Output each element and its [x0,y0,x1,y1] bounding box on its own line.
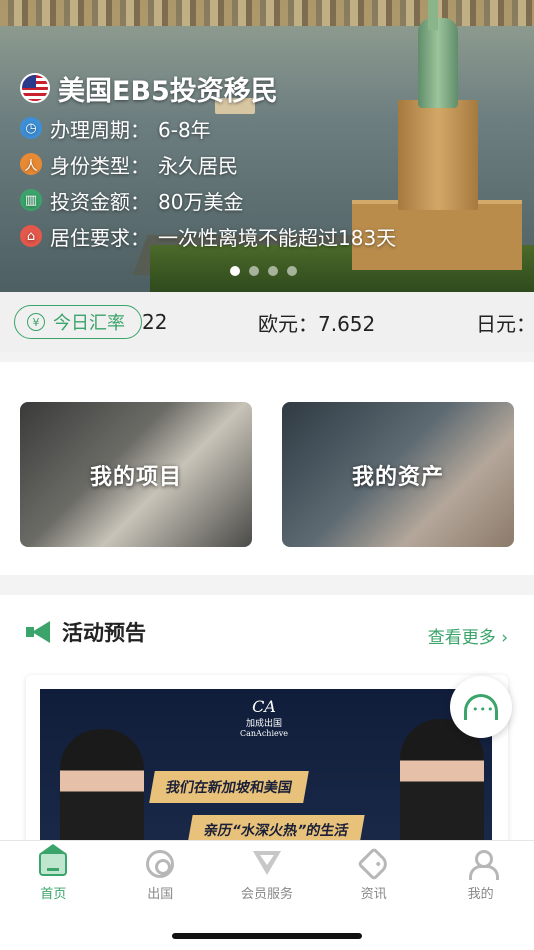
hero-row-label: 居住要求： [50,225,150,250]
tab-label: 资讯 [360,887,387,902]
hero-row-label: 身份类型： [50,153,150,178]
news-tag-icon [356,847,391,881]
home-icon [39,844,68,876]
rate-item: 日元： [476,311,534,336]
carousel-dot[interactable] [249,266,259,276]
person-icon: 人 [20,153,42,175]
tab-label: 我的 [467,887,494,902]
hero-row-period: ◷ 办理周期： 6-8年 [20,112,396,144]
view-more-label: 查看更多 [427,628,496,648]
carousel-dot[interactable] [268,266,278,276]
us-flag-icon [20,73,50,103]
tab-label: 首页 [40,887,67,902]
today-rate-badge[interactable]: ¥ 今日汇率 [14,305,142,339]
hero-row-status: 人 身份类型： 永久居民 [20,148,396,180]
brand-mark: CA [252,697,276,716]
tab-home[interactable]: 首页 [0,844,107,907]
tab-label: 会员服务 [240,887,293,902]
tab-profile[interactable]: 我的 [427,849,534,907]
speaker-photo [400,719,484,849]
my-assets-card[interactable]: 我的资产 [282,402,514,547]
quick-cards: 我的项目 我的资产 [0,362,534,575]
chevron-right-icon: › [501,628,508,648]
brand-logo: CA 加成出国 CanAchieve [240,697,288,738]
app-screen: 美国EB5投资移民 ◷ 办理周期： 6-8年 人 身份类型： 永久居民 ▥ 投资金额… [0,0,534,950]
hero-row-amount: ▥ 投资金额： 80万美金 [20,184,396,216]
clock-icon: ◷ [20,117,42,139]
tab-member-service[interactable]: 会员服务 [214,849,321,907]
hero-row-value: 永久居民 [158,153,238,178]
customer-service-button[interactable] [450,676,512,738]
hero-row-value: 80万美金 [158,189,244,214]
my-assets-label: 我的资产 [351,464,444,490]
activity-section: 活动预告 查看更多 › CA 加成出国 CanAchieve 我们在新加坡和美国… [0,595,534,859]
headset-icon [464,694,498,720]
statue-of-liberty [418,18,458,108]
my-projects-card[interactable]: 我的项目 [20,402,252,547]
brand-sub: 加成出国 [245,719,282,729]
activity-banner: CA 加成出国 CanAchieve 我们在新加坡和美国 亲历“水深火热”的生活 [40,689,492,859]
money-icon: ▥ [20,189,42,211]
hero-row-label: 投资金额： [50,189,150,214]
hero-row-value: 一次性离境不能超过183天 [158,225,397,250]
hero-title: 美国EB5投资移民 [58,75,278,107]
member-service-icon [252,851,281,877]
carousel-dot[interactable] [287,266,297,276]
statue-pedestal [398,100,478,210]
hero-info: 美国EB5投资移民 ◷ 办理周期： 6-8年 人 身份类型： 永久居民 ▥ 投资金额… [20,68,396,252]
megaphone-icon [26,621,52,643]
hero-title-row: 美国EB5投资移民 [20,68,396,108]
hero-row-residency: ⌂ 居住要求： 一次性离境不能超过183天 [20,220,396,252]
bottom-tab-bar: 首页 出国 会员服务 资讯 我的 [0,840,534,950]
banner-line-1: 我们在新加坡和美国 [149,771,309,803]
statue-torch-arm [428,0,438,30]
carousel-dot[interactable] [230,266,240,276]
home-indicator [172,933,362,939]
hero-carousel[interactable]: 美国EB5投资移民 ◷ 办理周期： 6-8年 人 身份类型： 永久居民 ▥ 投资金额… [0,0,534,292]
activity-card[interactable]: CA 加成出国 CanAchieve 我们在新加坡和美国 亲历“水深火热”的生活 [26,675,508,859]
tab-abroad[interactable]: 出国 [107,849,214,907]
hero-row-label: 办理周期： [50,117,150,142]
rate-item: 22 [142,310,168,334]
profile-icon [467,850,499,880]
abroad-icon [146,850,175,878]
today-rate-label: 今日汇率 [53,313,125,334]
exchange-rate-bar[interactable]: 22 欧元：7.652 日元： ¥ 今日汇率 [0,292,534,352]
brand-name: CanAchieve [240,729,288,738]
yen-icon: ¥ [27,313,45,331]
tab-news[interactable]: 资讯 [320,847,427,907]
house-icon: ⌂ [20,225,42,247]
rate-item: 欧元：7.652 [258,311,376,336]
activity-header: 活动预告 [26,617,146,647]
carousel-dots [230,266,297,276]
view-more-link[interactable]: 查看更多 › [428,623,508,648]
tab-label: 出国 [147,887,174,902]
activity-title: 活动预告 [62,621,146,645]
hero-row-value: 6-8年 [158,117,211,142]
my-projects-label: 我的项目 [89,464,182,490]
